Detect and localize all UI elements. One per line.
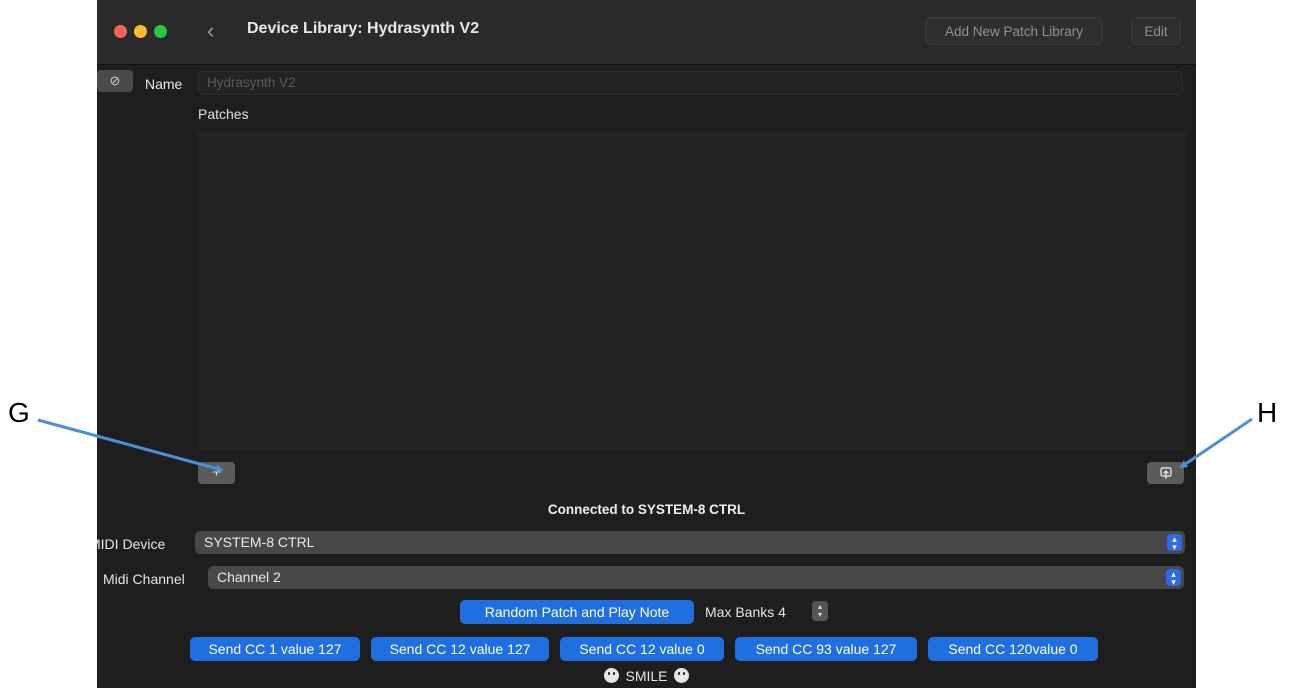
midi-channel-value: Channel 2 [217,569,281,585]
callout-g-label: G [8,397,30,428]
max-banks-stepper[interactable]: ▴ ▾ [812,601,828,621]
title-bar: ‹ Device Library: Hydrasynth V2 Add New … [97,0,1196,65]
patches-list[interactable] [198,132,1186,450]
minimize-window-button[interactable] [134,25,147,38]
smile-face-icon [604,668,620,683]
send-cc-button[interactable]: Send CC 12 value 0 [560,637,724,661]
window-title: Device Library: Hydrasynth V2 [247,20,480,37]
max-banks-label: Max Banks 4 [705,604,786,620]
callout-h-label: H [1257,397,1278,428]
smile-label: SMILE [625,668,668,684]
connection-status: Connected to SYSTEM-8 CTRL [547,502,746,517]
add-patch-button[interactable]: + [198,462,235,484]
chevron-circle-icon: ⊘ [109,73,121,88]
select-stepper-icon: ▴ ▾ [1166,569,1181,586]
midi-device-select[interactable]: SYSTEM-8 CTRL ▴ ▾ [195,531,1185,554]
send-cc-button[interactable]: Send CC 12 value 127 [371,637,549,661]
patches-label: Patches [198,106,249,122]
close-window-button[interactable] [114,25,127,38]
app-window: ‹ Device Library: Hydrasynth V2 Add New … [97,0,1196,688]
zoom-window-button[interactable] [154,25,167,38]
sidebar-toggle-button[interactable]: ⊘ [97,70,133,92]
share-icon [1159,467,1172,479]
midi-channel-select[interactable]: Channel 2 ▴ ▾ [208,566,1184,589]
name-label: Name [145,76,183,92]
midi-channel-label: Midi Channel [103,571,185,587]
select-stepper-icon: ▴ ▾ [1167,534,1182,551]
send-cc-button[interactable]: Send CC 93 value 127 [735,637,917,661]
send-cc-button[interactable]: Send CC 120value 0 [928,637,1098,661]
edit-button[interactable]: Edit [1131,17,1181,45]
midi-device-value: SYSTEM-8 CTRL [204,534,315,550]
name-input[interactable]: Hydrasynth V2 [198,71,1183,95]
smile-face-icon [673,668,689,683]
send-cc-button[interactable]: Send CC 1 value 127 [190,637,360,661]
add-patch-library-button[interactable]: Add New Patch Library [925,17,1103,45]
back-chevron-icon[interactable]: ‹ [207,18,214,44]
export-button[interactable] [1147,462,1184,484]
midi-device-label: MIDI Device [97,536,166,552]
random-patch-button[interactable]: Random Patch and Play Note [460,600,694,624]
smile-button[interactable]: SMILE [97,668,1196,684]
